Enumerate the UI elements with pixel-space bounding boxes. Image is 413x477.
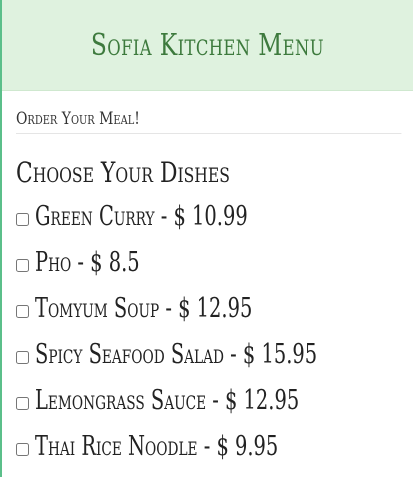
page-header: Sofia Kitchen Menu xyxy=(2,0,413,91)
page-title: Sofia Kitchen Menu xyxy=(90,27,325,63)
dish-item-lemongrass-sauce[interactable]: Lemongrass Sauce - $ 12.95 xyxy=(16,377,401,423)
dish-item-tomyum-soup[interactable]: Tomyum Soup - $ 12.95 xyxy=(16,285,401,331)
dish-checkbox-lemongrass-sauce[interactable] xyxy=(16,397,29,410)
dish-item-pho[interactable]: Pho - $ 8.5 xyxy=(16,239,401,285)
menu-page: Sofia Kitchen Menu Order Your Meal! Choo… xyxy=(0,0,413,477)
dish-label-pho: Pho - $ 8.5 xyxy=(35,246,140,278)
dish-list: Green Curry - $ 10.99 Pho - $ 8.5 Tomyum… xyxy=(16,193,401,469)
dish-item-thai-rice-noodle[interactable]: Thai Rice Noodle - $ 9.95 xyxy=(16,423,401,469)
order-form: Order Your Meal! Choose Your Dishes Gree… xyxy=(2,109,413,469)
dish-item-green-curry[interactable]: Green Curry - $ 10.99 xyxy=(16,193,401,239)
dish-checkbox-pho[interactable] xyxy=(16,259,29,272)
dish-label-tomyum-soup: Tomyum Soup - $ 12.95 xyxy=(35,292,253,324)
order-form-label: Order Your Meal! xyxy=(16,109,402,134)
dish-checkbox-thai-rice-noodle[interactable] xyxy=(16,443,29,456)
dish-checkbox-spicy-seafood-salad[interactable] xyxy=(16,351,29,364)
dish-checkbox-tomyum-soup[interactable] xyxy=(16,305,29,318)
dish-label-thai-rice-noodle: Thai Rice Noodle - $ 9.95 xyxy=(35,430,279,462)
dish-label-spicy-seafood-salad: Spicy Seafood Salad - $ 15.95 xyxy=(35,338,318,370)
dish-label-lemongrass-sauce: Lemongrass Sauce - $ 12.95 xyxy=(35,384,300,416)
dish-label-green-curry: Green Curry - $ 10.99 xyxy=(35,200,248,232)
dish-item-spicy-seafood-salad[interactable]: Spicy Seafood Salad - $ 15.95 xyxy=(16,331,401,377)
dishes-section-title: Choose Your Dishes xyxy=(16,156,231,189)
dish-checkbox-green-curry[interactable] xyxy=(16,213,29,226)
